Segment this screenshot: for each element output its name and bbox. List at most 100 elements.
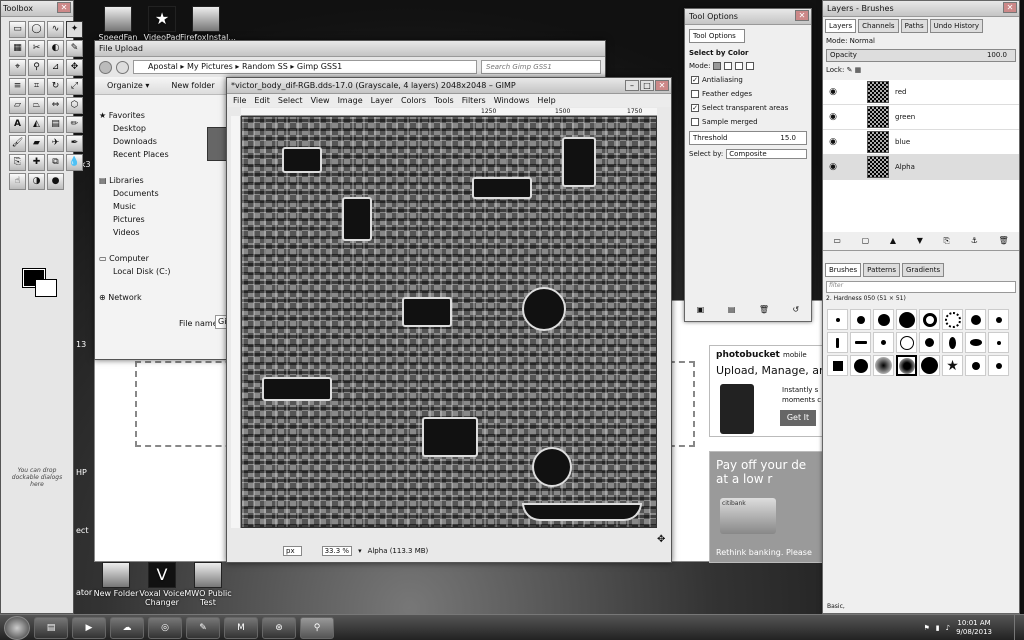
nav-computer[interactable]: ▭ Computer — [99, 252, 191, 265]
save-icon[interactable]: ▣ — [697, 305, 705, 314]
nav-downloads[interactable]: Downloads — [99, 135, 191, 148]
horizontal-ruler[interactable]: 1250 1500 1750 — [241, 108, 657, 116]
search-input[interactable]: Search Gimp GSS1 — [481, 60, 601, 74]
zoom-icon[interactable]: ⚲ — [28, 59, 45, 76]
duplicate-icon[interactable]: ⎘ — [944, 236, 950, 246]
tab-layers[interactable]: Layers — [825, 19, 857, 33]
brush-cell[interactable] — [850, 309, 871, 330]
dodge-icon[interactable]: ◑ — [28, 173, 45, 190]
mode-replace-icon[interactable] — [713, 62, 722, 70]
brush-cell[interactable] — [873, 332, 894, 353]
image-canvas[interactable] — [241, 116, 657, 528]
desktop-icon-firefox-installer[interactable]: FirefoxInstal... — [180, 6, 236, 42]
feather-edges-checkbox[interactable]: Feather edges — [685, 87, 811, 101]
new-folder-button[interactable]: New folder — [171, 81, 214, 90]
brush-cell[interactable]: ★ — [942, 355, 963, 376]
flip-icon[interactable]: ⇔ — [47, 97, 64, 114]
file-upload-titlebar[interactable]: File Upload — [95, 41, 605, 57]
tool-options-titlebar[interactable]: Tool Options — [685, 9, 811, 25]
gimp-titlebar[interactable]: *victor_body_dif-RGB.dds-17.0 (Grayscale… — [227, 78, 671, 94]
restore-icon[interactable]: ▤ — [728, 305, 736, 314]
opacity-slider[interactable]: Opacity 100.0 — [826, 49, 1016, 62]
tray-network-icon[interactable]: ▮ — [936, 624, 940, 632]
vertical-ruler[interactable] — [231, 116, 241, 528]
smudge-icon[interactable]: ☝ — [9, 173, 26, 190]
measure-icon[interactable]: ⊿ — [47, 59, 64, 76]
organize-button[interactable]: Organize ▾ — [107, 81, 149, 90]
scissors-icon[interactable]: ✂ — [28, 40, 45, 57]
threshold-slider[interactable]: Threshold 15.0 — [689, 131, 807, 145]
taskbar-media-icon[interactable]: ▶ — [72, 616, 106, 639]
mode-add-icon[interactable] — [724, 62, 733, 70]
start-button[interactable] — [4, 615, 30, 640]
tab-tool-options[interactable]: Tool Options — [689, 29, 745, 43]
layer-row[interactable]: ◉ Alpha — [823, 155, 1019, 180]
taskbar-gimp-icon[interactable]: ⚲ — [300, 616, 334, 639]
breadcrumb-item[interactable]: Random SS — [242, 62, 288, 71]
menu-colors[interactable]: Colors — [401, 96, 426, 105]
close-icon[interactable]: ✕ — [795, 10, 809, 21]
desktop-icon-voxal[interactable]: V Voxal Voice Changer — [136, 562, 188, 607]
menu-image[interactable]: Image — [338, 96, 363, 105]
show-desktop-button[interactable] — [1014, 614, 1024, 640]
taskbar-explorer-icon[interactable]: ▤ — [34, 616, 68, 639]
rotate-icon[interactable]: ↻ — [47, 78, 64, 95]
taskbar-mwo-icon[interactable]: M — [224, 616, 258, 639]
brush-cell[interactable] — [827, 309, 848, 330]
background-color-swatch[interactable] — [35, 279, 57, 297]
delete-icon[interactable]: 🗑 — [759, 305, 769, 314]
eye-icon[interactable]: ◉ — [823, 112, 843, 122]
brush-cell[interactable] — [942, 309, 963, 330]
menu-select[interactable]: Select — [278, 96, 303, 105]
nav-local-disk[interactable]: Local Disk (C:) — [99, 265, 191, 278]
brush-cell[interactable] — [988, 355, 1009, 376]
close-icon[interactable]: ✕ — [1003, 2, 1017, 13]
brush-cell[interactable] — [896, 309, 917, 330]
brush-cell[interactable] — [873, 309, 894, 330]
eye-icon[interactable]: ◉ — [823, 162, 843, 172]
heal-icon[interactable]: ✚ — [28, 154, 45, 171]
paths-icon[interactable]: ✎ — [66, 40, 83, 57]
taskbar-tool-icon[interactable]: ✎ — [186, 616, 220, 639]
brush-cell[interactable] — [827, 332, 848, 353]
tab-undo-history[interactable]: Undo History — [929, 19, 984, 33]
zoom-select[interactable]: 33.3 % — [321, 546, 353, 556]
brush-cell[interactable] — [896, 332, 917, 353]
forward-icon[interactable] — [116, 60, 129, 74]
new-layer-icon[interactable]: ▭ — [833, 236, 841, 246]
bucket-fill-icon[interactable]: ◭ — [28, 116, 45, 133]
eye-icon[interactable]: ◉ — [823, 87, 843, 97]
align-icon[interactable]: ≡ — [9, 78, 26, 95]
menu-tools[interactable]: Tools — [434, 96, 454, 105]
breadcrumb-item[interactable]: Gimp GSS1 — [297, 62, 342, 71]
delete-icon[interactable]: 🗑 — [998, 236, 1008, 246]
brush-cell[interactable] — [988, 332, 1009, 353]
menu-windows[interactable]: Windows — [494, 96, 530, 105]
reset-icon[interactable]: ↺ — [793, 305, 800, 314]
brush-cell[interactable] — [965, 332, 986, 353]
brush-filter-input[interactable]: filter — [826, 281, 1016, 293]
new-group-icon[interactable]: ▢ — [862, 236, 870, 246]
nav-videos[interactable]: Videos — [99, 226, 191, 239]
nav-pictures[interactable]: Pictures — [99, 213, 191, 226]
nav-music[interactable]: Music — [99, 200, 191, 213]
tray-volume-icon[interactable]: ♪ — [946, 624, 950, 632]
taskbar-steam-icon[interactable]: ⊛ — [262, 616, 296, 639]
select-by-dropdown[interactable]: Composite — [726, 149, 807, 159]
get-it-button[interactable]: Get It — [780, 410, 816, 426]
layer-row[interactable]: ◉ blue — [823, 130, 1019, 155]
menu-view[interactable]: View — [311, 96, 330, 105]
perspective-clone-icon[interactable]: ⧉ — [47, 154, 64, 171]
sample-merged-checkbox[interactable]: Sample merged — [685, 115, 811, 129]
shear-icon[interactable]: ▱ — [9, 97, 26, 114]
antialiasing-checkbox[interactable]: ✓ Antialiasing — [685, 73, 811, 87]
menu-file[interactable]: File — [233, 96, 246, 105]
menu-layer[interactable]: Layer — [371, 96, 393, 105]
chevron-down-icon[interactable]: ▾ — [358, 547, 362, 555]
menu-filters[interactable]: Filters — [462, 96, 486, 105]
clone-icon[interactable]: ⎘ — [9, 154, 26, 171]
lock-pixels-icon[interactable]: ✎ — [847, 66, 853, 74]
back-icon[interactable] — [99, 60, 112, 74]
color-picker-icon[interactable]: ⌖ — [9, 59, 26, 76]
layer-row[interactable]: ◉ green — [823, 105, 1019, 130]
